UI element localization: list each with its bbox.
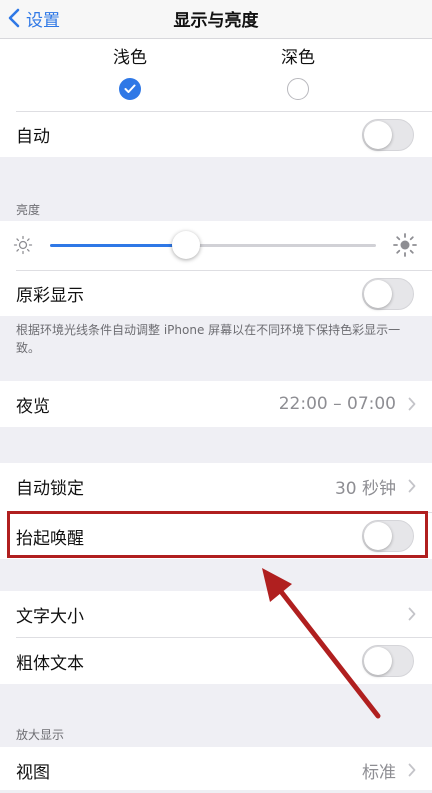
sun-large-icon	[393, 233, 417, 257]
auto-label: 自动	[16, 127, 50, 147]
bold-text-label: 粗体文本	[16, 653, 84, 674]
dark-radio-unchecked[interactable]	[287, 78, 309, 100]
brightness-slider-thumb[interactable]	[172, 231, 200, 259]
appearance-section: 浅色 深色 自动	[0, 39, 432, 157]
annotation-arrow-icon	[262, 568, 381, 719]
auto-row: 自动	[0, 112, 432, 157]
chevron-right-icon	[408, 479, 416, 493]
zoom-section: 视图 标准	[0, 747, 432, 790]
zoom-header: 放大显示	[16, 728, 65, 742]
night-shift-label: 夜览	[16, 396, 50, 417]
brightness-slider-track[interactable]	[186, 244, 376, 247]
page-title: 显示与亮度	[173, 11, 259, 31]
light-label: 浅色	[113, 48, 147, 68]
text-size-label: 文字大小	[16, 606, 84, 627]
appearance-dark-option[interactable]: 深色	[268, 43, 328, 100]
view-value: 标准	[362, 762, 396, 783]
true-tone-row: 原彩显示	[0, 271, 432, 316]
nav-bar: 设置 显示与亮度	[0, 0, 432, 39]
annotation-highlight-box	[7, 511, 428, 558]
true-tone-note: 根据环境光线条件自动调整 iPhone 屏幕以在不同环境下保持色彩显示一致。	[16, 323, 401, 355]
view-row[interactable]: 视图 标准	[0, 747, 432, 793]
checkmark-icon	[124, 84, 136, 93]
view-label: 视图	[16, 762, 50, 783]
appearance-light-option[interactable]: 浅色	[100, 43, 160, 100]
chevron-right-icon	[408, 397, 416, 411]
auto-lock-value: 30 秒钟	[334, 478, 396, 499]
true-tone-toggle[interactable]	[362, 277, 414, 310]
chevron-right-icon	[408, 763, 416, 777]
auto-toggle[interactable]	[362, 118, 414, 151]
auto-lock-row[interactable]: 自动锁定 30 秒钟	[0, 463, 432, 509]
true-tone-label: 原彩显示	[16, 286, 84, 306]
night-shift-section: 夜览 22:00 – 07:00	[0, 381, 432, 427]
night-shift-row[interactable]: 夜览 22:00 – 07:00	[0, 381, 432, 427]
sun-small-icon	[13, 235, 33, 255]
night-shift-value: 22:00 – 07:00	[278, 394, 396, 414]
light-radio-checked[interactable]	[119, 78, 141, 100]
auto-lock-label: 自动锁定	[16, 478, 84, 499]
brightness-slider-fill	[50, 244, 186, 247]
chevron-right-icon	[408, 607, 416, 621]
dark-label: 深色	[281, 48, 315, 68]
brightness-header: 亮度	[16, 203, 41, 217]
